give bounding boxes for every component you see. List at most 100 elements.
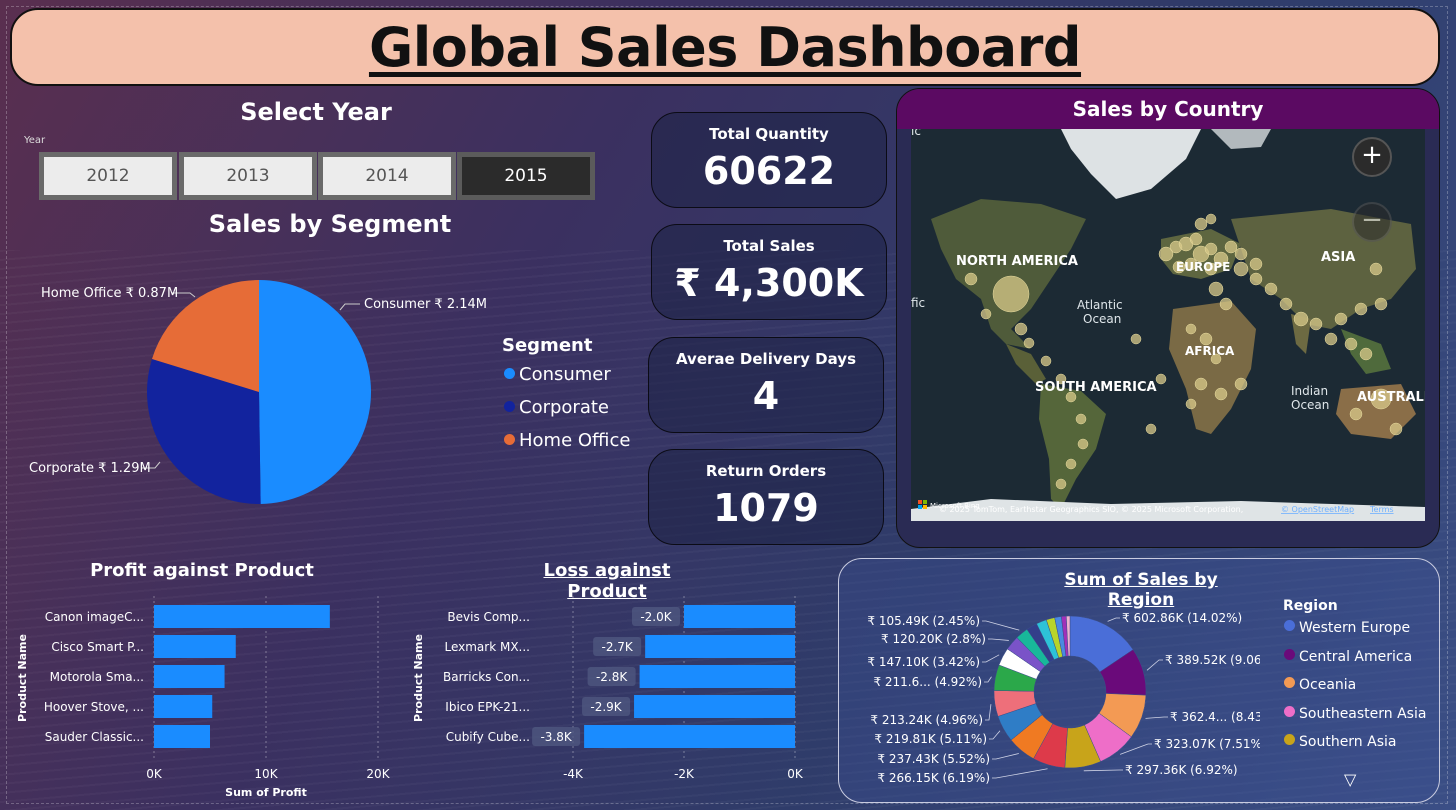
profit-x-tick: 0K bbox=[146, 767, 163, 781]
donut-leader-line bbox=[984, 676, 992, 683]
legend-item-home-office[interactable]: Home Office bbox=[504, 430, 630, 451]
openstreetmap-link[interactable]: © OpenStreetMap bbox=[1281, 505, 1354, 514]
country-sales-bubble[interactable] bbox=[1208, 281, 1224, 297]
map-attribution: © 2025 TomTom, Earthstar Geographics SIO… bbox=[939, 505, 1243, 514]
profit-y-axis-label: Product Name bbox=[16, 634, 29, 722]
region-legend-item[interactable]: Central America bbox=[1284, 648, 1413, 665]
profit-bar[interactable] bbox=[154, 635, 236, 658]
country-sales-bubble[interactable] bbox=[1214, 387, 1228, 401]
country-sales-bubble[interactable] bbox=[1189, 232, 1203, 246]
loss-bar[interactable] bbox=[645, 635, 795, 658]
region-legend-item[interactable]: Southern Asia bbox=[1284, 734, 1396, 750]
country-sales-bubble[interactable] bbox=[1194, 217, 1208, 231]
zoom-in-button[interactable]: + bbox=[1352, 137, 1392, 177]
kpi-total-sales-value: ₹ 4,300K bbox=[674, 261, 864, 305]
country-sales-bubble[interactable] bbox=[1369, 262, 1383, 276]
country-sales-bubble[interactable] bbox=[1205, 213, 1217, 225]
country-sales-bubble[interactable] bbox=[1075, 413, 1087, 425]
year-slicer-label: Year bbox=[24, 135, 46, 146]
country-sales-bubble[interactable] bbox=[1014, 322, 1028, 336]
label-australia: AUSTRALIA bbox=[1357, 390, 1425, 405]
country-sales-bubble[interactable] bbox=[1219, 297, 1233, 311]
region-legend-item[interactable]: Southeastern Asia bbox=[1284, 705, 1426, 722]
terms-link[interactable]: Terms bbox=[1369, 505, 1394, 514]
country-sales-bubble[interactable] bbox=[1233, 261, 1249, 277]
region-legend-label: Central America bbox=[1299, 648, 1413, 665]
year-button-2012[interactable]: 2012 bbox=[39, 152, 177, 200]
year-button-2014[interactable]: 2014 bbox=[318, 152, 456, 200]
country-sales-bubble[interactable] bbox=[1354, 302, 1368, 316]
loss-category-label: Ibico EPK-21... bbox=[445, 700, 530, 714]
country-sales-bubble[interactable] bbox=[1077, 438, 1089, 450]
country-sales-bubble[interactable] bbox=[1130, 333, 1142, 345]
country-sales-bubble[interactable] bbox=[1249, 272, 1263, 286]
label-atlantic: Atlantic bbox=[1077, 298, 1123, 312]
country-sales-bubble[interactable] bbox=[1279, 297, 1293, 311]
region-legend-item[interactable]: Western Europe bbox=[1284, 620, 1410, 636]
segment-chart-title: Sales by Segment bbox=[208, 210, 452, 238]
donut-leader-line bbox=[1146, 659, 1163, 671]
label-europe: EUROPE bbox=[1176, 260, 1230, 274]
country-sales-bubble[interactable] bbox=[1334, 312, 1348, 326]
legend-item-corporate[interactable]: Corporate bbox=[504, 397, 609, 418]
country-sales-bubble[interactable] bbox=[1234, 247, 1248, 261]
zoom-out-button[interactable]: − bbox=[1352, 202, 1392, 242]
profit-category-label: Hoover Stove, ... bbox=[44, 700, 144, 714]
region-dot-icon bbox=[1284, 734, 1295, 745]
loss-bar[interactable] bbox=[639, 665, 795, 688]
legend-item-consumer[interactable]: Consumer bbox=[504, 364, 611, 385]
country-sales-bubble[interactable] bbox=[1204, 242, 1218, 256]
country-sales-bubble[interactable] bbox=[1040, 355, 1052, 367]
loss-category-label: Barricks Con... bbox=[443, 670, 530, 684]
profit-bar[interactable] bbox=[154, 695, 213, 718]
country-sales-bubble[interactable] bbox=[1065, 458, 1077, 470]
profit-bar[interactable] bbox=[154, 725, 210, 748]
loss-bar[interactable] bbox=[584, 725, 795, 748]
region-dot-icon bbox=[1284, 677, 1295, 688]
loss-category-label: Bevis Comp... bbox=[447, 610, 530, 624]
country-sales-bubble[interactable] bbox=[1185, 398, 1197, 410]
region-legend-item[interactable]: Oceania bbox=[1284, 677, 1356, 693]
country-sales-bubble[interactable] bbox=[1224, 240, 1238, 254]
country-sales-bubble[interactable] bbox=[992, 275, 1030, 313]
donut-data-label: ₹ 362.4... (8.43%) bbox=[1170, 710, 1260, 724]
loss-bar[interactable] bbox=[684, 605, 795, 628]
country-sales-bubble[interactable] bbox=[1264, 282, 1278, 296]
country-sales-bubble[interactable] bbox=[1344, 337, 1358, 351]
loss-data-label: -2.0K bbox=[640, 610, 672, 624]
country-sales-bubble[interactable] bbox=[1145, 423, 1157, 435]
year-button-2015[interactable]: 2015 bbox=[457, 152, 595, 200]
pie-slice-consumer[interactable] bbox=[259, 280, 371, 504]
country-sales-bubble[interactable] bbox=[964, 272, 978, 286]
country-sales-bubble[interactable] bbox=[1359, 347, 1373, 361]
country-sales-bubble[interactable] bbox=[1374, 297, 1388, 311]
loss-bar[interactable] bbox=[634, 695, 795, 718]
donut-data-label: ₹ 297.36K (6.92%) bbox=[1125, 763, 1238, 777]
country-sales-bubble[interactable] bbox=[1194, 377, 1208, 391]
kpi-total-quantity-label: Total Quantity bbox=[709, 125, 829, 143]
country-sales-bubble[interactable] bbox=[1324, 332, 1338, 346]
donut-data-label: ₹ 213.24K (4.96%) bbox=[870, 713, 983, 727]
label-indian: Indian bbox=[1291, 384, 1328, 398]
legend-scroll-down-icon[interactable]: ▽ bbox=[1344, 770, 1356, 789]
loss-category-label: Lexmark MX... bbox=[444, 640, 530, 654]
country-sales-bubble[interactable] bbox=[1293, 311, 1309, 327]
country-sales-bubble[interactable] bbox=[1309, 317, 1323, 331]
country-sales-bubble[interactable] bbox=[1249, 257, 1263, 271]
country-sales-bubble[interactable] bbox=[1389, 422, 1403, 436]
world-map[interactable]: NORTH AMERICA SOUTH AMERICA EUROPE ASIA … bbox=[911, 129, 1425, 521]
profit-bar[interactable] bbox=[154, 665, 225, 688]
donut-leader-line bbox=[985, 704, 992, 721]
region-dot-icon bbox=[1284, 648, 1295, 660]
kpi-delivery-days-value: 4 bbox=[752, 374, 780, 418]
loss-category-label: Cubify Cube... bbox=[446, 730, 530, 744]
profit-bar[interactable] bbox=[154, 605, 330, 628]
country-sales-bubble[interactable] bbox=[980, 308, 992, 320]
country-sales-bubble[interactable] bbox=[1234, 377, 1248, 391]
country-sales-bubble[interactable] bbox=[1023, 337, 1035, 349]
year-button-2013[interactable]: 2013 bbox=[179, 152, 317, 200]
country-sales-bubble[interactable] bbox=[1155, 373, 1167, 385]
country-sales-bubble[interactable] bbox=[1055, 478, 1067, 490]
country-sales-bubble[interactable] bbox=[1185, 323, 1197, 335]
country-sales-bubble[interactable] bbox=[1349, 407, 1363, 421]
